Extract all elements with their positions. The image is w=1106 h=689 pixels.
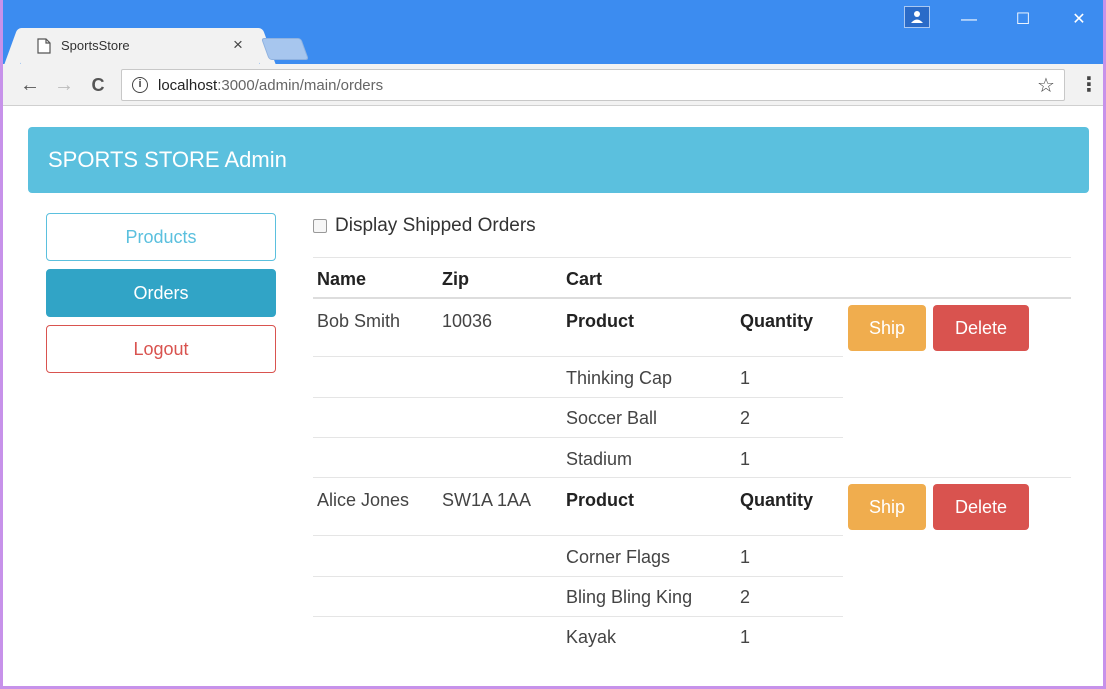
header-zip: Zip xyxy=(442,269,469,289)
cart-header-quantity: Quantity xyxy=(740,490,814,510)
row-divider xyxy=(313,535,843,536)
cart-quantity: 2 xyxy=(740,408,751,428)
header-name: Name xyxy=(317,269,367,289)
order-name: Alice Jones xyxy=(317,490,410,510)
url-text[interactable]: localhost:3000/admin/main/orders xyxy=(158,77,383,94)
maximize-icon[interactable]: ☐ xyxy=(1003,6,1043,34)
products-button[interactable]: Products xyxy=(46,213,276,261)
header-divider xyxy=(313,297,1071,299)
tab-title: SportsStore xyxy=(61,38,130,53)
close-window-icon[interactable]: ✕ xyxy=(1059,6,1099,34)
back-icon[interactable]: ← xyxy=(17,72,43,98)
cart-product: Soccer Ball xyxy=(566,408,658,428)
cart-quantity: 1 xyxy=(740,449,751,469)
url-host: localhost xyxy=(158,77,218,94)
display-shipped-label: Display Shipped Orders xyxy=(335,215,536,236)
table-top-divider xyxy=(313,257,1071,258)
cart-quantity: 2 xyxy=(740,587,751,607)
browser-tab[interactable]: SportsStore × xyxy=(21,28,259,64)
cart-product: Corner Flags xyxy=(566,547,671,567)
delete-button[interactable]: Delete xyxy=(933,305,1029,351)
cart-quantity: 1 xyxy=(740,547,751,567)
tab-close-icon[interactable]: × xyxy=(233,35,243,55)
row-divider xyxy=(313,356,843,357)
order-name: Bob Smith xyxy=(317,311,401,331)
new-tab-button[interactable] xyxy=(260,38,310,60)
order-zip: SW1A 1AA xyxy=(442,490,532,510)
cart-product: Kayak xyxy=(566,627,617,647)
ship-button[interactable]: Ship xyxy=(848,305,926,351)
header-cart: Cart xyxy=(566,269,603,289)
address-bar[interactable]: i localhost:3000/admin/main/orders xyxy=(121,69,1065,101)
row-divider xyxy=(313,397,843,398)
order-divider xyxy=(313,477,1071,478)
brand-title: SPORTS STORE Admin xyxy=(48,147,287,172)
forward-icon[interactable]: → xyxy=(51,72,77,98)
cart-product: Thinking Cap xyxy=(566,368,673,388)
title-bar: SportsStore × — ☐ ✕ xyxy=(3,0,1103,64)
cart-quantity: 1 xyxy=(740,368,751,388)
row-divider xyxy=(313,576,843,577)
reload-icon[interactable]: C xyxy=(85,72,111,98)
info-icon[interactable]: i xyxy=(132,77,148,93)
orders-button[interactable]: Orders xyxy=(46,269,276,317)
cart-header-quantity: Quantity xyxy=(740,311,814,331)
minimize-icon[interactable]: — xyxy=(949,6,989,34)
ship-button[interactable]: Ship xyxy=(848,484,926,530)
cart-header-product: Product xyxy=(566,311,635,331)
row-divider xyxy=(313,616,843,617)
profile-icon[interactable] xyxy=(904,6,930,28)
logout-button[interactable]: Logout xyxy=(46,325,276,373)
url-path: :3000/admin/main/orders xyxy=(217,77,384,94)
cart-quantity: 1 xyxy=(740,627,751,647)
admin-navbar: SPORTS STORE Admin xyxy=(28,127,1089,193)
page-icon xyxy=(37,38,51,54)
delete-button[interactable]: Delete xyxy=(933,484,1029,530)
cart-product: Bling Bling King xyxy=(566,587,693,607)
display-shipped-checkbox[interactable] xyxy=(313,219,327,233)
page-content: SPORTS STORE Admin Products Orders Logou… xyxy=(6,107,1103,686)
browser-window: SportsStore × — ☐ ✕ ← → C i localhost:30… xyxy=(0,0,1106,689)
cart-product: Stadium xyxy=(566,449,633,469)
browser-menu-icon[interactable]: ⋮ xyxy=(1079,72,1099,97)
order-zip: 10036 xyxy=(442,311,493,331)
row-divider xyxy=(313,437,843,438)
browser-toolbar: ← → C i localhost:3000/admin/main/orders… xyxy=(3,64,1103,106)
cart-header-product: Product xyxy=(566,490,635,510)
bookmark-star-icon[interactable]: ☆ xyxy=(1037,73,1055,98)
